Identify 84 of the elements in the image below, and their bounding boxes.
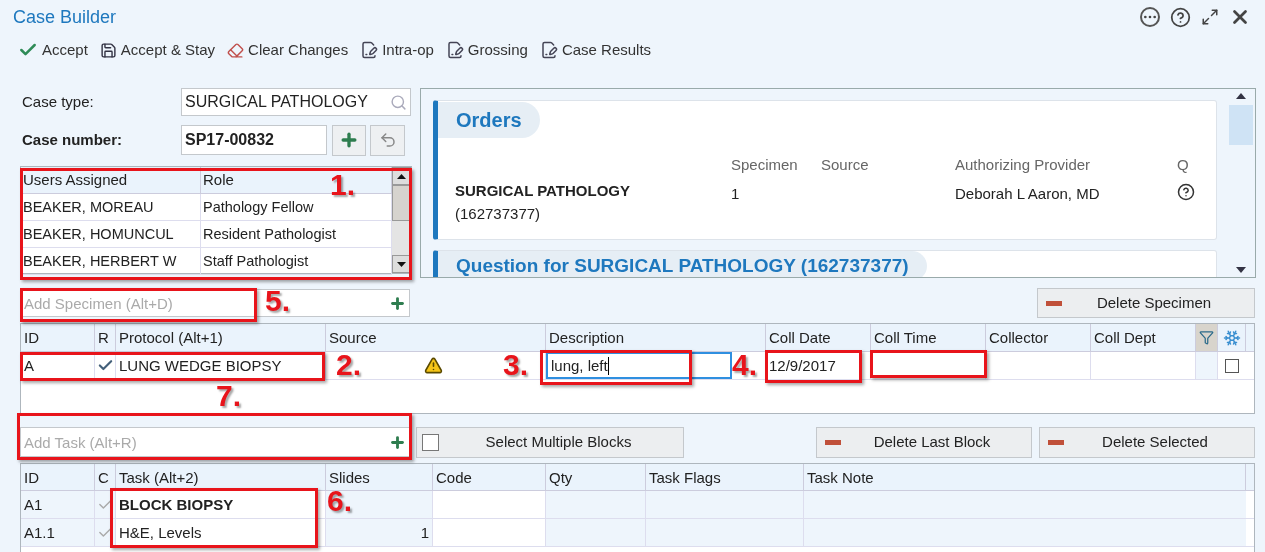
- section-title: Question for SURGICAL PATHOLOGY (162737377): [438, 251, 927, 277]
- column-header: Users Assigned: [21, 167, 201, 193]
- order-number: (162737377): [455, 203, 542, 224]
- undo-icon: [378, 131, 397, 149]
- annotation-label: 7.: [216, 381, 242, 411]
- annotation-label: 4.: [732, 350, 758, 380]
- column-header: Source: [326, 324, 546, 351]
- column-header: ID: [21, 324, 95, 351]
- delete-button[interactable]: Delete Selected: [1039, 426, 1255, 458]
- annotation-label: 2.: [336, 350, 362, 380]
- table-cell: BEAKER, HOMUNCUL: [21, 221, 201, 247]
- checkbox[interactable]: [422, 433, 439, 451]
- up-arrow-icon: [1236, 93, 1246, 99]
- search-icon: [390, 93, 407, 111]
- column-header: Task Flags: [646, 464, 804, 490]
- toolbar-button[interactable]: Accept: [18, 38, 88, 62]
- minus-icon: [825, 439, 841, 445]
- column-header: Slides: [326, 464, 433, 490]
- column-header: Task Note: [804, 464, 1246, 490]
- add-button[interactable]: [332, 124, 366, 156]
- eraser-icon: [227, 41, 245, 59]
- case-type-field[interactable]: SURGICAL PATHOLOGY: [181, 88, 411, 116]
- column-header: Description: [546, 324, 766, 351]
- description-field[interactable]: lung, left: [546, 352, 732, 379]
- save-icon: [99, 41, 117, 59]
- column-header: Collector: [986, 324, 1091, 351]
- table-cell: LUNG WEDGE BIOPSY: [116, 352, 326, 379]
- field-label: Case number:: [21, 129, 124, 150]
- delete-button[interactable]: Delete Last Block: [816, 426, 1032, 458]
- scroll-thumb[interactable]: [1229, 105, 1253, 145]
- select-multiple-blocks-button[interactable]: Select Multiple Blocks: [416, 426, 684, 458]
- column-header: C: [95, 464, 116, 490]
- filter-icon[interactable]: [1199, 330, 1214, 345]
- help-icon[interactable]: [1177, 182, 1195, 201]
- help-icon[interactable]: [1170, 6, 1191, 28]
- column-header: Specimen: [731, 155, 799, 175]
- delete-specimen-button[interactable]: Delete Specimen: [1037, 288, 1255, 318]
- table-cell: A1.1: [21, 519, 95, 546]
- column-header: Qty: [546, 464, 646, 490]
- toolbar-button[interactable]: Accept & Stay: [99, 38, 216, 62]
- more-icon[interactable]: [1140, 7, 1160, 27]
- minus-icon: [1048, 439, 1064, 445]
- document-edit-icon: [445, 41, 464, 59]
- undo-button[interactable]: [370, 124, 405, 156]
- window-title: Case Builder: [13, 5, 117, 29]
- up-arrow-icon: [397, 173, 406, 179]
- column-header: R: [95, 324, 116, 351]
- toolbar-button[interactable]: Clear Changes: [227, 38, 349, 62]
- column-header: Code: [433, 464, 546, 490]
- annotation-label: 3.: [503, 350, 529, 380]
- column-header: Coll Date: [766, 324, 871, 351]
- column-header: Source: [821, 156, 869, 173]
- table-cell: BEAKER, HERBERT W: [21, 248, 201, 274]
- toolbar-button[interactable]: Case Results: [539, 38, 652, 62]
- column-header: Q: [1177, 155, 1190, 175]
- expand-icon[interactable]: [1201, 8, 1219, 26]
- provider-name: Deborah L Aaron, MD: [955, 183, 1101, 204]
- case-number-field[interactable]: SP17-00832: [181, 125, 327, 155]
- add-task-field[interactable]: Add Task (Alt+R): [20, 427, 410, 457]
- down-arrow-icon: [397, 261, 406, 267]
- snowflake-icon[interactable]: [1222, 328, 1241, 347]
- column-header: Authorizing Provider: [955, 155, 1092, 175]
- minus-icon: [1046, 300, 1062, 306]
- column-header: Task (Alt+2): [116, 464, 326, 490]
- order-name: SURGICAL PATHOLOGY: [455, 181, 631, 201]
- section-title: Orders: [438, 102, 540, 138]
- column-header: ID: [21, 464, 95, 490]
- specimen-count: 1: [731, 183, 741, 204]
- column-header: Protocol (Alt+1): [116, 324, 326, 351]
- down-arrow-icon: [1236, 267, 1246, 273]
- plus-icon: [339, 130, 359, 150]
- document-edit-icon: [360, 41, 379, 59]
- table-cell: A1: [21, 491, 95, 518]
- toolbar-button[interactable]: Intra-op: [360, 38, 434, 62]
- document-edit-icon: [539, 41, 558, 59]
- table-cell: A: [21, 352, 95, 379]
- toolbar-button[interactable]: Grossing: [445, 38, 528, 62]
- field-label: Case type:: [21, 91, 95, 112]
- table-cell: 12/9/2017: [766, 352, 871, 379]
- table-cell: 1: [326, 519, 433, 546]
- column-header: Coll Time: [871, 324, 986, 351]
- checkbox[interactable]: [1225, 358, 1239, 373]
- annotation-label: 5.: [265, 286, 291, 316]
- table-cell: BEAKER, MOREAU: [21, 194, 201, 220]
